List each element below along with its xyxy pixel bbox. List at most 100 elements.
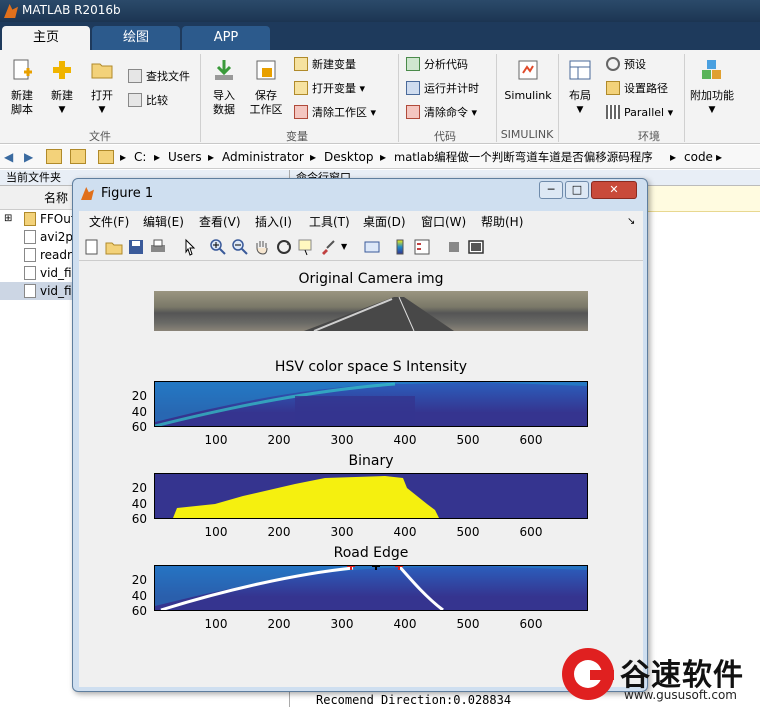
menu-desktop[interactable]: 桌面(D) bbox=[363, 211, 406, 233]
parallel-button[interactable]: Parallel ▾ bbox=[606, 104, 673, 122]
new-variable-button[interactable]: 新建变量 bbox=[294, 56, 356, 74]
legend-icon[interactable] bbox=[413, 238, 431, 256]
parallel-label: Parallel bbox=[624, 106, 665, 119]
ribbon-divider bbox=[200, 54, 201, 142]
import-data-button[interactable]: 导入 数据 bbox=[206, 58, 242, 117]
open-variable-button[interactable]: 打开变量 ▾ bbox=[294, 80, 365, 98]
file-icon bbox=[24, 266, 36, 280]
new-dropdown-icon[interactable]: ▼ bbox=[44, 103, 80, 117]
command-output-line: Recomend Direction:0.028834 bbox=[316, 693, 512, 707]
back-arrow-icon[interactable]: ◀ bbox=[4, 145, 13, 169]
open-dropdown-icon[interactable]: ▼ bbox=[84, 103, 120, 117]
set-path-button[interactable]: 设置路径 bbox=[606, 80, 668, 98]
clear-workspace-icon bbox=[294, 105, 308, 119]
y-tick: 40 bbox=[131, 405, 147, 419]
x-tick: 400 bbox=[393, 617, 417, 631]
x-tick: 300 bbox=[330, 525, 354, 539]
file-icon bbox=[24, 230, 36, 244]
data-cursor-icon[interactable] bbox=[297, 238, 315, 256]
rotate-3d-icon[interactable] bbox=[275, 238, 293, 256]
x-tick: 100 bbox=[204, 525, 228, 539]
group-environment-label: 环境 bbox=[638, 130, 660, 143]
save-workspace-button[interactable]: 保存 工作区 bbox=[246, 58, 286, 117]
open-file-icon[interactable] bbox=[105, 238, 123, 256]
new-variable-label: 新建变量 bbox=[312, 58, 356, 71]
breadcrumb-administrator[interactable]: Administrator bbox=[222, 145, 304, 169]
preferences-button[interactable]: 预设 bbox=[606, 56, 646, 74]
layout-label: 布局 bbox=[569, 89, 591, 102]
tab-home[interactable]: 主页 bbox=[2, 26, 90, 50]
group-simulink-label: SIMULINK bbox=[500, 128, 554, 141]
ribbon-tabs: 主页 绘图 APP bbox=[0, 22, 760, 50]
analyze-code-button[interactable]: 分析代码 bbox=[406, 56, 468, 74]
expand-icon[interactable]: ⊞ bbox=[4, 210, 12, 228]
figure-toolbar: ▼ bbox=[79, 233, 643, 261]
breadcrumb-users[interactable]: Users bbox=[168, 145, 202, 169]
menu-insert[interactable]: 插入(I) bbox=[255, 211, 292, 233]
colorbar-icon[interactable] bbox=[391, 238, 409, 256]
menu-tools[interactable]: 工具(T) bbox=[309, 211, 350, 233]
menu-window[interactable]: 窗口(W) bbox=[421, 211, 466, 233]
menu-edit[interactable]: 编辑(E) bbox=[143, 211, 184, 233]
addons-button[interactable]: 附加功能 ▼ bbox=[688, 58, 736, 117]
new-script-label: 新建 脚本 bbox=[11, 89, 33, 116]
menu-view[interactable]: 查看(V) bbox=[199, 211, 241, 233]
road-edge-overlay bbox=[155, 566, 587, 610]
hide-plot-tools-icon[interactable] bbox=[445, 238, 463, 256]
up-folder-icon[interactable] bbox=[46, 149, 62, 164]
breadcrumb-c-drive[interactable]: C: bbox=[134, 145, 146, 169]
run-and-time-button[interactable]: 运行并计时 bbox=[406, 80, 479, 98]
figure-titlebar[interactable]: Figure 1 ─ □ ✕ bbox=[73, 179, 647, 207]
forward-arrow-icon[interactable]: ▶ bbox=[24, 145, 33, 169]
group-code-label: 代码 bbox=[434, 130, 456, 143]
minimize-button[interactable]: ─ bbox=[539, 181, 563, 199]
clear-workspace-button[interactable]: 清除工作区 ▾ bbox=[294, 104, 376, 122]
x-tick: 400 bbox=[393, 433, 417, 447]
menubar-dock-arrow-icon[interactable]: ↘ bbox=[627, 211, 635, 233]
zoom-out-icon[interactable] bbox=[231, 238, 249, 256]
menu-file[interactable]: 文件(F) bbox=[89, 211, 129, 233]
save-icon[interactable] bbox=[127, 238, 145, 256]
compare-button[interactable]: 比较 bbox=[128, 92, 168, 110]
open-button[interactable]: 打开 ▼ bbox=[84, 58, 120, 117]
zoom-in-icon[interactable] bbox=[209, 238, 227, 256]
tab-plots[interactable]: 绘图 bbox=[92, 26, 180, 50]
tab-apps[interactable]: APP bbox=[182, 26, 270, 50]
show-plot-tools-icon[interactable] bbox=[467, 238, 485, 256]
figure-window[interactable]: Figure 1 ─ □ ✕ 文件(F) 编辑(E) 查看(V) 插入(I) 工… bbox=[72, 178, 648, 692]
brush-dropdown-icon[interactable]: ▼ bbox=[341, 238, 359, 256]
x-tick: 500 bbox=[456, 525, 480, 539]
pointer-icon[interactable] bbox=[181, 238, 199, 256]
breadcrumb-project-folder[interactable]: matlab编程做一个判断弯道车道是否偏移源码程序 bbox=[394, 145, 653, 169]
print-icon[interactable] bbox=[149, 238, 167, 256]
hsv-heatmap bbox=[155, 382, 587, 426]
pan-hand-icon[interactable] bbox=[253, 238, 271, 256]
ribbon-divider bbox=[684, 54, 685, 142]
browse-folder-icon[interactable] bbox=[70, 149, 86, 164]
menu-help[interactable]: 帮助(H) bbox=[481, 211, 523, 233]
open-label: 打开 bbox=[91, 89, 113, 102]
breadcrumb-code[interactable]: code bbox=[684, 145, 713, 169]
breadcrumb-desktop[interactable]: Desktop bbox=[324, 145, 374, 169]
maximize-button[interactable]: □ bbox=[565, 181, 589, 199]
breadcrumb-separator: ▸ bbox=[120, 150, 127, 164]
new-button[interactable]: 新建 ▼ bbox=[44, 58, 80, 117]
close-button[interactable]: ✕ bbox=[591, 181, 637, 199]
folder-open-icon bbox=[91, 63, 113, 79]
right-edge-line bbox=[397, 566, 444, 610]
clear-commands-button[interactable]: 清除命令 ▾ bbox=[406, 104, 477, 122]
addons-dropdown-icon[interactable]: ▼ bbox=[688, 103, 736, 117]
hsv-plot bbox=[154, 381, 588, 427]
simulink-button[interactable]: Simulink bbox=[500, 58, 556, 103]
new-plus-icon bbox=[53, 61, 71, 79]
layout-button[interactable]: 布局 ▼ bbox=[562, 58, 598, 117]
find-files-button[interactable]: 查找文件 bbox=[128, 68, 190, 86]
layout-dropdown-icon[interactable]: ▼ bbox=[562, 103, 598, 117]
new-figure-icon[interactable] bbox=[83, 238, 101, 256]
brush-icon[interactable] bbox=[319, 238, 337, 256]
binary-plot bbox=[154, 473, 588, 519]
new-script-button[interactable]: 新建 脚本 bbox=[4, 58, 40, 117]
figure-menubar: 文件(F) 编辑(E) 查看(V) 插入(I) 工具(T) 桌面(D) 窗口(W… bbox=[79, 211, 643, 233]
link-plot-icon[interactable] bbox=[363, 238, 381, 256]
address-bar: ◀ ▶ ▸ C: ▸ Users ▸ Administrator ▸ Deskt… bbox=[0, 145, 760, 169]
